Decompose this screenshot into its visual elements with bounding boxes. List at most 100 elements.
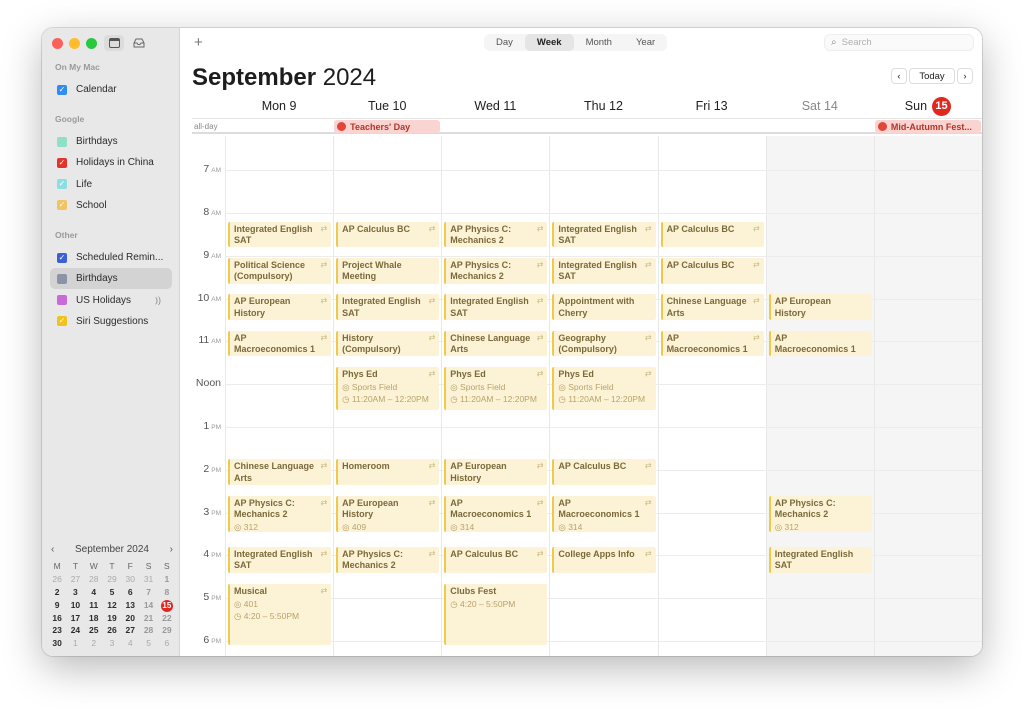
mini-day[interactable]: 5 [103, 586, 121, 599]
event-block[interactable]: Phys Ed ◎ Sports Field ◷ 11:20AM – 12:20PM… [444, 367, 548, 410]
calendar-checkbox[interactable]: ✓ [57, 252, 67, 263]
event-block[interactable]: Homeroom ⇄ [336, 459, 440, 485]
mini-day[interactable]: 27 [66, 573, 84, 586]
mini-day[interactable]: 19 [103, 612, 121, 625]
all-day-event[interactable]: Mid-Autumn Fest... [874, 120, 981, 133]
event-block[interactable]: Integrated English SAT [768, 546, 872, 573]
mini-day[interactable]: 26 [103, 624, 121, 637]
mini-day[interactable]: 14 [139, 599, 157, 612]
previous-week-button[interactable]: ‹ [891, 68, 907, 84]
mini-day[interactable]: 13 [121, 599, 139, 612]
mini-day[interactable]: 3 [66, 586, 84, 599]
mini-day[interactable]: 28 [85, 573, 103, 586]
event-block[interactable]: Political Science (Compulsory) ⇄ [228, 257, 332, 284]
sidebar-item-us-holidays[interactable]: US Holidays ⦆) [50, 290, 172, 311]
mini-day[interactable]: 4 [121, 637, 139, 650]
event-block[interactable]: Clubs Fest ◷ 4:20 – 5:50PM [444, 584, 548, 646]
mini-day[interactable]: 28 [139, 624, 157, 637]
calendar-checkbox[interactable] [57, 273, 67, 284]
calendar-checkbox[interactable] [57, 295, 67, 306]
minimize-button[interactable] [69, 38, 80, 49]
mini-day[interactable]: 23 [48, 624, 66, 637]
event-block[interactable]: Integrated English SAT ⇄ [336, 294, 440, 321]
day-header[interactable]: Tue 10 [333, 96, 441, 116]
event-block[interactable]: Chinese Language Arts ⇄ [444, 330, 548, 357]
event-block[interactable]: AP European History ◎ 409 ⇄ [336, 495, 440, 532]
event-block[interactable]: College Apps Info ⇄ [552, 546, 656, 573]
mini-day[interactable]: 9 [48, 599, 66, 612]
mini-day[interactable]: 26 [48, 573, 66, 586]
tab-year[interactable]: Year [624, 34, 667, 51]
sidebar-item-scheduled-remin-[interactable]: ✓ Scheduled Remin... [50, 247, 172, 268]
event-block[interactable]: Chinese Language Arts ⇄ [228, 459, 332, 485]
mini-day[interactable]: 7 [139, 586, 157, 599]
event-block[interactable]: AP Macroeconomics 1 [768, 330, 872, 357]
mini-day[interactable]: 30 [121, 573, 139, 586]
mini-day[interactable]: 30 [48, 637, 66, 650]
calendar-checkbox[interactable]: ✓ [57, 316, 67, 327]
all-day-event[interactable]: Teachers' Day [334, 120, 441, 133]
event-block[interactable]: Integrated English SAT ⇄ [228, 546, 332, 573]
calendar-checkbox[interactable]: ✓ [57, 200, 67, 211]
event-block[interactable]: AP European History ⇄ [228, 294, 332, 321]
mini-day[interactable]: 12 [103, 599, 121, 612]
event-block[interactable]: AP Physics C: Mechanics 2 ◎ 312 [768, 495, 872, 532]
day-header[interactable]: Mon 9 [225, 96, 333, 116]
event-block[interactable]: AP Calculus BC ⇄ [660, 221, 764, 248]
event-block[interactable]: AP European History ⇄ [444, 459, 548, 485]
tab-week[interactable]: Week [524, 34, 574, 51]
search-field[interactable]: ⌕ Search [824, 34, 974, 51]
event-block[interactable]: AP Calculus BC ⇄ [552, 459, 656, 485]
event-block[interactable]: Integrated English SAT ⇄ [552, 221, 656, 248]
mini-next-button[interactable]: › [170, 544, 173, 555]
mini-day[interactable]: 16 [48, 612, 66, 625]
calendar-checkbox[interactable]: ✓ [57, 179, 67, 190]
day-header[interactable]: Sun 15 [874, 96, 982, 116]
day-header[interactable]: Fri 13 [658, 96, 766, 116]
mini-day[interactable]: 18 [85, 612, 103, 625]
mini-day[interactable]: 15 [158, 599, 176, 612]
event-block[interactable]: Phys Ed ◎ Sports Field ◷ 11:20AM – 12:20PM… [552, 367, 656, 410]
event-block[interactable]: AP Macroeconomics 1 ◎ 314 ⇄ [444, 495, 548, 532]
calendar-checkbox[interactable]: ✓ [57, 84, 67, 95]
mini-day[interactable]: 17 [66, 612, 84, 625]
event-block[interactable]: Project Whale Meeting [336, 257, 440, 284]
next-week-button[interactable]: › [957, 68, 973, 84]
sidebar-item-life[interactable]: ✓ Life [50, 174, 172, 195]
event-block[interactable]: Chinese Language Arts ⇄ [660, 294, 764, 321]
calendar-list-toggle[interactable] [104, 35, 124, 51]
event-block[interactable]: AP Macroeconomics 1 ⇄ [660, 330, 764, 357]
event-block[interactable]: Appointment with Cherry [552, 294, 656, 321]
day-header[interactable]: Wed 11 [441, 96, 549, 116]
mini-day[interactable]: 6 [158, 637, 176, 650]
event-block[interactable]: AP Physics C: Mechanics 2 ⇄ [336, 546, 440, 573]
mini-day[interactable]: 25 [85, 624, 103, 637]
event-block[interactable]: AP Macroeconomics 1 ⇄ [228, 330, 332, 357]
day-header[interactable]: Sat 14 [766, 96, 874, 116]
inbox-button[interactable] [129, 35, 149, 51]
mini-day[interactable]: 2 [48, 586, 66, 599]
event-block[interactable]: AP Calculus BC ⇄ [336, 221, 440, 248]
mini-day[interactable]: 4 [85, 586, 103, 599]
close-button[interactable] [52, 38, 63, 49]
calendar-checkbox[interactable]: ✓ [57, 157, 67, 168]
mini-day[interactable]: 27 [121, 624, 139, 637]
mini-day[interactable]: 31 [139, 573, 157, 586]
tab-month[interactable]: Month [574, 34, 624, 51]
sidebar-item-school[interactable]: ✓ School [50, 195, 172, 216]
mini-day[interactable]: 2 [85, 637, 103, 650]
event-block[interactable]: AP Macroeconomics 1 ◎ 314 ⇄ [552, 495, 656, 532]
event-block[interactable]: Musical ◎ 401 ◷ 4:20 – 5:50PM ⇄ [228, 584, 332, 646]
event-block[interactable]: History (Compulsory) ⇄ [336, 330, 440, 357]
mini-day[interactable]: 29 [158, 624, 176, 637]
zoom-button[interactable] [86, 38, 97, 49]
day-header[interactable]: Thu 12 [549, 96, 657, 116]
sidebar-item-birthdays[interactable]: Birthdays [50, 131, 172, 152]
event-block[interactable]: AP Physics C: Mechanics 2 ⇄ [444, 257, 548, 284]
event-block[interactable]: AP European History [768, 294, 872, 321]
mini-day[interactable]: 20 [121, 612, 139, 625]
event-block[interactable]: AP Calculus BC ⇄ [444, 546, 548, 573]
mini-day[interactable]: 5 [139, 637, 157, 650]
mini-day[interactable]: 1 [66, 637, 84, 650]
mini-day[interactable]: 24 [66, 624, 84, 637]
